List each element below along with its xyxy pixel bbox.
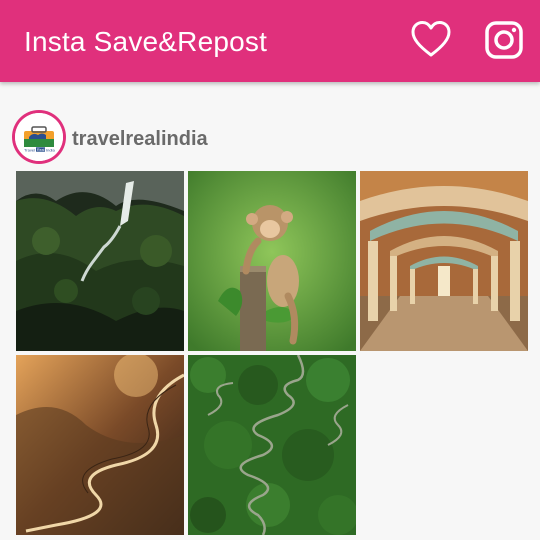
post-thumbnail-waterfall[interactable] [16, 171, 184, 351]
post-thumbnail-monkey[interactable] [188, 171, 356, 351]
app-bar: Insta Save&Repost [0, 0, 540, 82]
svg-text:Travel: Travel [24, 148, 35, 153]
post-thumbnail-forest-road[interactable] [188, 355, 356, 535]
avatar[interactable]: Travel Real India [12, 110, 66, 164]
post-thumbnail-palace[interactable] [360, 171, 528, 351]
heart-icon[interactable] [411, 20, 451, 60]
travelrealindia-logo-icon: Travel Real India [15, 113, 63, 161]
username[interactable]: travelrealindia [72, 128, 208, 151]
svg-text:India: India [46, 148, 55, 153]
post-thumbnail-winding-road[interactable] [16, 355, 184, 535]
instagram-icon[interactable] [484, 20, 524, 60]
svg-text:Real: Real [37, 148, 45, 152]
app-title: Insta Save&Repost [24, 26, 268, 57]
